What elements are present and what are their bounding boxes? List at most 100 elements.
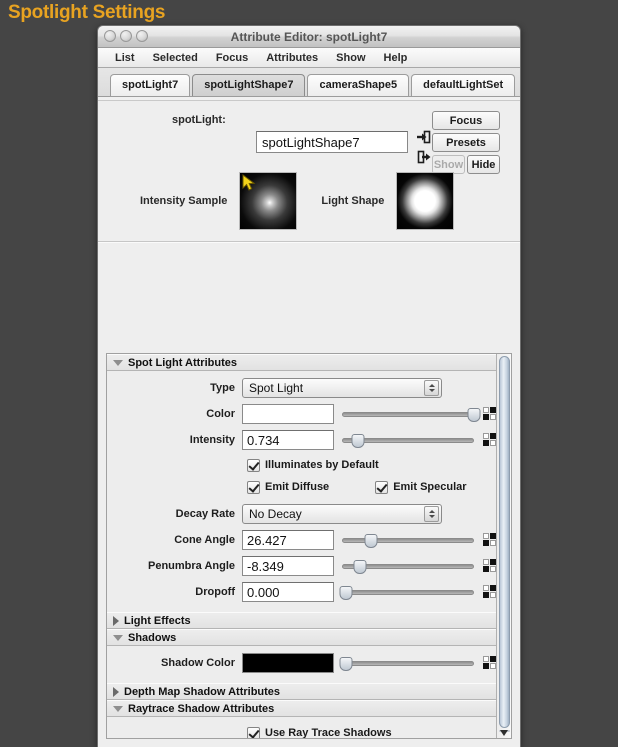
emit-specular-checkbox[interactable] (375, 480, 389, 494)
penumbra-angle-slider[interactable] (342, 556, 474, 576)
slider-thumb[interactable] (467, 407, 481, 422)
window-title: Attribute Editor: spotLight7 (230, 29, 388, 44)
node-name-row: spotLight: spotLightShape7 Focus Presets… (110, 111, 508, 174)
control-use-ray-trace-shadows[interactable]: Use Ray Trace Shadows (107, 722, 496, 738)
control-penumbra-angle: Penumbra Angle -8.349 (107, 554, 496, 577)
section-header-light-effects[interactable]: Light Effects (107, 612, 496, 629)
decay-rate-dropdown[interactable]: No Decay (242, 503, 442, 524)
slider-thumb[interactable] (339, 656, 353, 671)
menu-help[interactable]: Help (375, 52, 417, 64)
section-header-depth-map-shadow-attributes[interactable]: Depth Map Shadow Attributes (107, 683, 496, 700)
section-title: Light Effects (124, 614, 191, 627)
menu-show[interactable]: Show (327, 52, 374, 64)
section-body-raytrace-shadow-attributes: Use Ray Trace Shadows Light Radius 140.0… (107, 717, 496, 738)
chevron-down-icon (113, 359, 123, 366)
menu-selected[interactable]: Selected (144, 52, 207, 64)
tab-camerashape5[interactable]: cameraShape5 (307, 74, 410, 96)
arrow-out-of-box-icon[interactable] (416, 149, 432, 165)
attribute-list: Spot Light Attributes Type Spot Light Co… (107, 354, 496, 738)
shadow-color-slider[interactable] (339, 653, 474, 673)
hide-button[interactable]: Hide (467, 155, 500, 174)
slider-thumb[interactable] (353, 559, 367, 574)
node-tab-bar: spotLight7 spotLightShape7 cameraShape5 … (98, 68, 520, 96)
chevron-updown-icon (424, 505, 439, 522)
checker-map-icon[interactable] (483, 533, 496, 546)
control-illuminates-by-default[interactable]: Illuminates by Default (107, 454, 496, 476)
minimize-button[interactable] (120, 30, 132, 42)
shadow-color-swatch[interactable] (242, 652, 334, 673)
checker-map-icon[interactable] (483, 407, 496, 420)
chevron-down-icon (113, 634, 123, 641)
scrollbar-thumb[interactable] (499, 356, 510, 728)
light-shape-swatch[interactable] (396, 172, 455, 230)
menu-list[interactable]: List (106, 52, 144, 64)
menu-focus[interactable]: Focus (207, 52, 257, 64)
preview-swatch-row: Intensity Sample Light Shape (110, 167, 508, 235)
section-header-spot-light-attributes[interactable]: Spot Light Attributes (107, 354, 496, 371)
dropoff-input[interactable]: 0.000 (242, 581, 334, 602)
penumbra-angle-label: Penumbra Angle (148, 559, 235, 572)
node-type-label: spotLight: (172, 114, 226, 126)
tab-spotlight7[interactable]: spotLight7 (110, 74, 191, 96)
arrow-into-box-icon[interactable] (416, 129, 432, 145)
header-divider (98, 241, 520, 243)
checker-map-icon[interactable] (483, 433, 496, 446)
decay-rate-label: Decay Rate (175, 507, 235, 520)
tab-defaultlightset[interactable]: defaultLightSet (411, 74, 516, 96)
control-intensity: Intensity 0.734 (107, 428, 496, 451)
presets-button[interactable]: Presets (432, 133, 500, 152)
section-body-spot-light-attributes: Type Spot Light Color Intensity 0.734 Il… (107, 371, 496, 612)
cone-angle-label: Cone Angle (174, 533, 235, 546)
cone-angle-input[interactable]: 26.427 (242, 529, 334, 550)
slider-track (342, 589, 474, 595)
node-name-input[interactable]: spotLightShape7 (256, 131, 408, 153)
focus-button[interactable]: Focus (432, 111, 500, 130)
use-ray-trace-shadows-checkbox[interactable] (247, 726, 260, 738)
intensity-label: Intensity (189, 433, 235, 446)
window-titlebar[interactable]: Attribute Editor: spotLight7 (98, 26, 520, 48)
checker-map-icon[interactable] (483, 656, 496, 669)
window-body: spotLight: spotLightShape7 Focus Presets… (98, 101, 520, 747)
control-cone-angle: Cone Angle 26.427 (107, 528, 496, 551)
checker-map-icon[interactable] (483, 559, 496, 572)
attribute-editor-window: Attribute Editor: spotLight7 List Select… (97, 25, 521, 747)
menu-attributes[interactable]: Attributes (257, 52, 327, 64)
section-header-raytrace-shadow-attributes[interactable]: Raytrace Shadow Attributes (107, 700, 496, 717)
slider-thumb[interactable] (351, 433, 365, 448)
section-title: Spot Light Attributes (128, 356, 237, 369)
intensity-sample-label: Intensity Sample (140, 195, 228, 207)
page-title: Spotlight Settings (8, 2, 166, 23)
dropoff-label: Dropoff (195, 585, 235, 598)
emit-diffuse-checkbox[interactable] (247, 480, 260, 494)
intensity-slider[interactable] (342, 430, 474, 450)
vertical-scrollbar[interactable] (496, 354, 511, 738)
section-title: Shadows (128, 631, 177, 644)
cone-angle-slider[interactable] (342, 530, 474, 550)
scroll-down-arrow-icon[interactable] (500, 730, 508, 736)
control-color: Color (107, 402, 496, 425)
emit-specular-label: Emit Specular (393, 481, 467, 493)
illuminates-by-default-label: Illuminates by Default (265, 459, 379, 471)
type-dropdown[interactable]: Spot Light (242, 377, 442, 398)
intensity-sample-swatch[interactable] (239, 172, 298, 230)
section-header-shadows[interactable]: Shadows (107, 629, 496, 646)
control-emit-row: Emit Diffuse Emit Specular (107, 476, 496, 498)
slider-thumb[interactable] (364, 533, 378, 548)
node-header-form: spotLight: spotLightShape7 Focus Presets… (98, 101, 520, 241)
slider-thumb[interactable] (339, 585, 353, 600)
color-swatch[interactable] (242, 403, 334, 424)
emit-diffuse-label: Emit Diffuse (265, 481, 330, 493)
dropoff-slider[interactable] (339, 582, 474, 602)
color-slider[interactable] (342, 404, 481, 424)
chevron-down-icon (113, 705, 123, 712)
zoom-button[interactable] (136, 30, 148, 42)
intensity-input[interactable]: 0.734 (242, 429, 334, 450)
attribute-scroll-area: Spot Light Attributes Type Spot Light Co… (106, 353, 512, 739)
control-type: Type Spot Light (107, 376, 496, 399)
checker-map-icon[interactable] (483, 585, 496, 598)
tab-spotlightshape7[interactable]: spotLightShape7 (192, 74, 306, 96)
penumbra-angle-input[interactable]: -8.349 (242, 555, 334, 576)
illuminates-by-default-checkbox[interactable] (247, 458, 260, 472)
control-dropoff: Dropoff 0.000 (107, 580, 496, 603)
close-button[interactable] (104, 30, 116, 42)
